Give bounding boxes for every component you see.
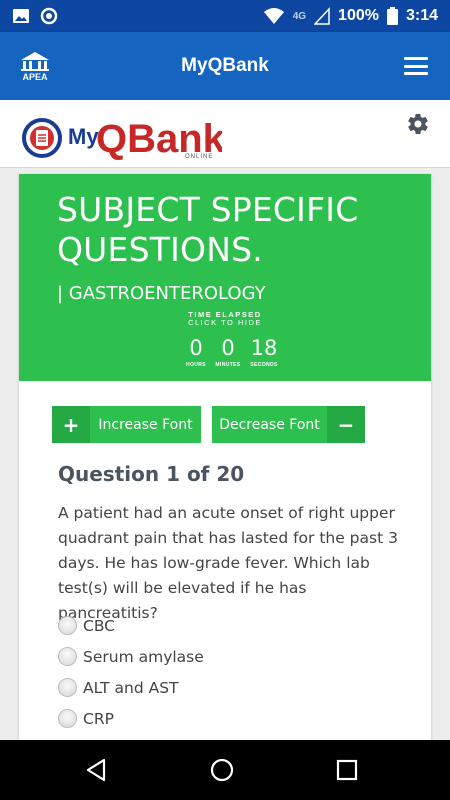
radio-button[interactable] <box>58 616 77 635</box>
banner-heading: SUBJECT SPECIFIC QUESTIONS. <box>57 190 358 270</box>
signal-icon <box>314 7 330 25</box>
apea-logo-text: APEA <box>22 72 48 82</box>
timer-minutes: 0 <box>221 336 235 360</box>
subject-banner: SUBJECT SPECIFIC QUESTIONS. | GASTROENTE… <box>19 174 431 381</box>
image-icon <box>13 9 29 23</box>
myqbank-logo: My QBank ONLINE <box>22 117 222 160</box>
system-nav-bar <box>0 740 450 800</box>
minus-icon: − <box>327 406 365 443</box>
answer-option-label: CRP <box>83 709 114 728</box>
timer-hide-link[interactable]: CLICK TO HIDE <box>19 318 431 327</box>
network-type: 4G <box>292 10 307 22</box>
banner-heading-line1: SUBJECT SPECIFIC <box>57 190 359 229</box>
decrease-font-button[interactable]: Decrease Font − <box>212 406 365 443</box>
timer-seconds-label: SECONDS <box>250 362 278 368</box>
answer-option-label: Serum amylase <box>83 647 204 666</box>
plus-icon: + <box>52 406 90 443</box>
banner-heading-line2: QUESTIONS. <box>57 230 263 269</box>
sync-icon <box>40 7 58 25</box>
question-title: Question 1 of 20 <box>58 462 245 486</box>
app-bar: APEA MyQBank <box>0 32 450 100</box>
answer-option[interactable]: CBC <box>58 616 115 635</box>
answer-option[interactable]: CRP <box>58 709 114 728</box>
elapsed-timer[interactable]: 0 0 18 HOURS MINUTES SECONDS <box>180 336 280 370</box>
logo-prefix: My <box>68 124 99 149</box>
timer-minutes-label: MINUTES <box>215 362 241 368</box>
recents-icon[interactable] <box>329 752 365 788</box>
status-bar: 4G 100% 3:14 <box>0 0 450 32</box>
radio-button[interactable] <box>58 678 77 697</box>
wifi-icon <box>263 8 284 24</box>
radio-button[interactable] <box>58 709 77 728</box>
answer-option[interactable]: ALT and AST <box>58 678 179 697</box>
battery-percent: 100% <box>338 7 379 24</box>
clock: 3:14 <box>405 7 438 24</box>
timer-hours-label: HOURS <box>185 362 207 368</box>
question-card: SUBJECT SPECIFIC QUESTIONS. | GASTROENTE… <box>19 174 431 740</box>
apea-logo-icon[interactable]: APEA <box>18 50 52 82</box>
home-icon[interactable] <box>204 752 240 788</box>
brand-bar: My QBank ONLINE <box>0 100 450 168</box>
logo-tagline: ONLINE <box>185 154 213 160</box>
subject-label: | GASTROENTEROLOGY <box>57 283 266 304</box>
timer-seconds: 18 <box>250 336 278 360</box>
timer-hours: 0 <box>189 336 203 360</box>
gear-icon[interactable] <box>406 112 430 136</box>
answer-option[interactable]: Serum amylase <box>58 647 204 666</box>
question-text: A patient had an acute onset of right up… <box>58 504 398 622</box>
battery-icon <box>386 7 398 25</box>
answer-option-label: ALT and AST <box>83 678 179 697</box>
increase-font-button[interactable]: + Increase Font <box>52 406 201 443</box>
app-title: MyQBank <box>181 55 269 76</box>
decrease-font-label: Decrease Font <box>219 416 320 433</box>
answer-option-label: CBC <box>83 616 116 635</box>
hamburger-menu-icon[interactable] <box>404 57 428 75</box>
increase-font-label: Increase Font <box>98 416 193 433</box>
back-icon[interactable] <box>78 752 114 788</box>
radio-button[interactable] <box>58 647 77 666</box>
